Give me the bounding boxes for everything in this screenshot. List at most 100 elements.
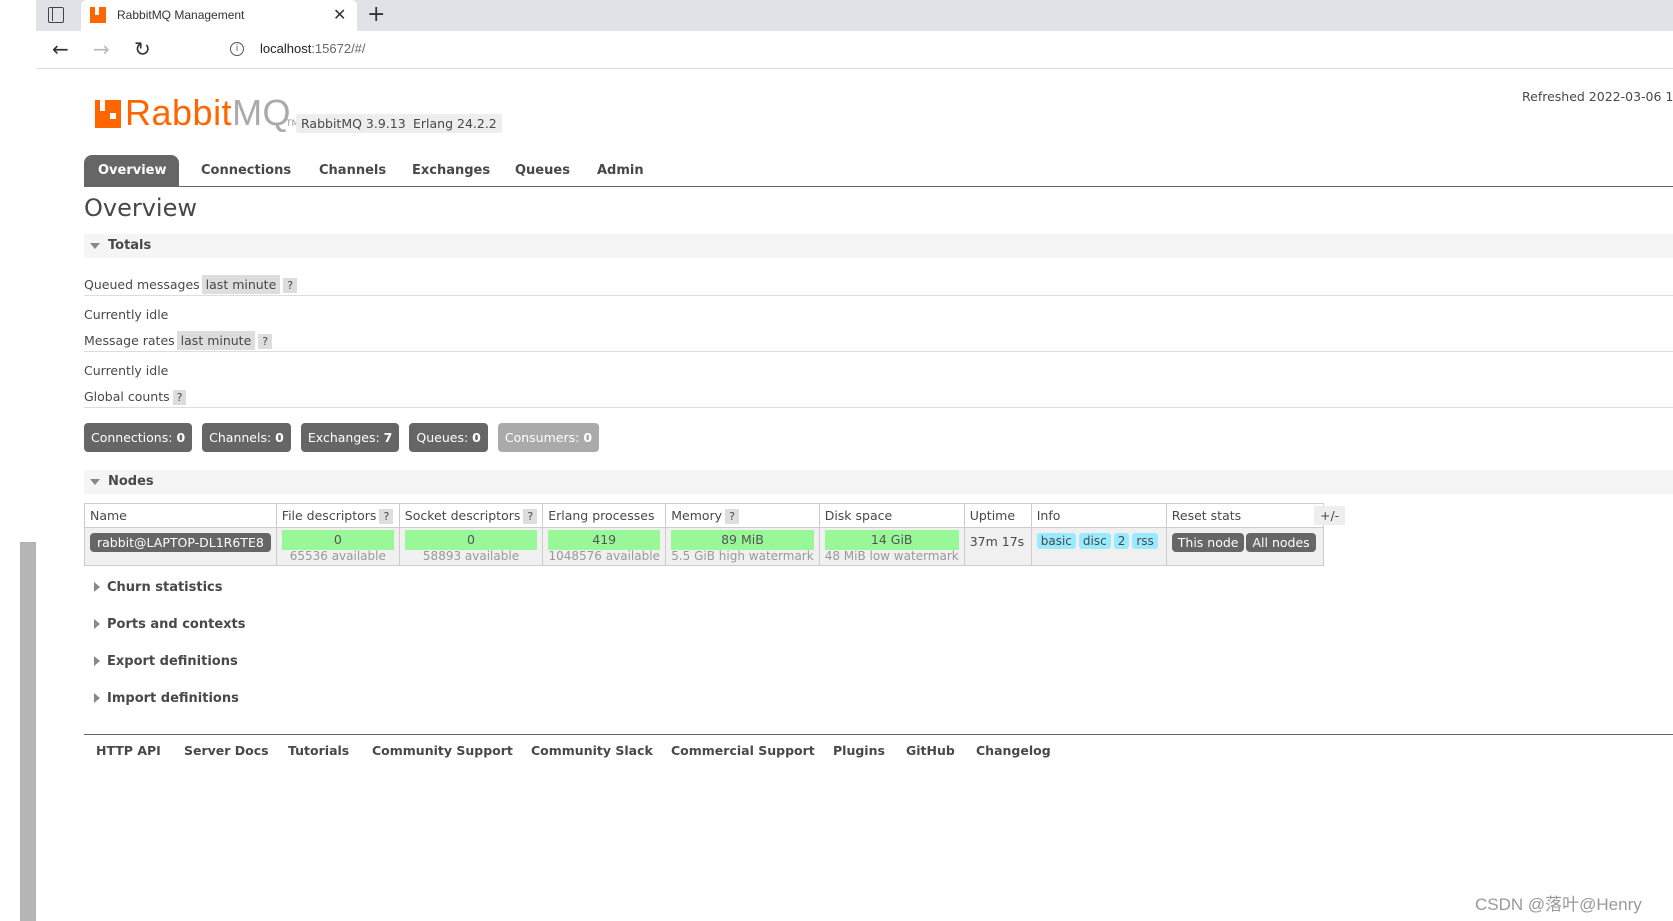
file-descriptors-bar: 0 <box>281 530 394 550</box>
tab-actions-icon[interactable] <box>48 7 64 23</box>
queued-status: Currently idle <box>84 307 169 322</box>
file-descriptors-cell: 0 65536 available <box>275 527 400 566</box>
col-label: Socket descriptors <box>404 508 521 523</box>
browser-tab[interactable]: RabbitMQ Management ✕ <box>81 0 357 31</box>
rates-status: Currently idle <box>84 363 169 378</box>
section-label: Churn statistics <box>107 580 223 595</box>
browser-chrome: RabbitMQ Management ✕ + ← → ↻ i localhos… <box>36 0 1673 70</box>
collapsed-arrow-icon <box>94 693 100 703</box>
connections-count[interactable]: Connections: 0 <box>84 423 193 452</box>
section-label: Import definitions <box>107 691 239 706</box>
global-help-icon[interactable]: ? <box>172 390 187 405</box>
collapsed-arrow-icon <box>94 619 100 629</box>
refreshed-timestamp[interactable]: Refreshed 2022-03-06 18 <box>1522 89 1673 104</box>
nodes-heading: Nodes <box>108 474 154 489</box>
close-tab-icon[interactable]: ✕ <box>333 5 346 24</box>
col-label: Memory <box>671 508 723 523</box>
count-label: Consumers: <box>504 430 580 445</box>
tab-channels[interactable]: Channels <box>305 155 400 186</box>
node-name-cell: rabbit@LAPTOP-DL1R6TE8 <box>84 527 277 566</box>
page-title: Overview <box>84 194 197 222</box>
disk-watermark: 48 MiB low watermark <box>824 549 959 563</box>
footer-link-github[interactable]: GitHub <box>906 743 955 758</box>
reset-stats-cell: This node All nodes <box>1165 527 1324 566</box>
help-icon[interactable]: ? <box>379 509 394 524</box>
file-descriptors-available: 65536 available <box>289 549 386 563</box>
scrollbar[interactable] <box>20 542 36 921</box>
queued-help-icon[interactable]: ? <box>283 278 298 293</box>
site-info-icon[interactable]: i <box>230 42 244 56</box>
tab-queues[interactable]: Queues <box>501 155 584 186</box>
info-tag: basic <box>1036 533 1076 549</box>
col-label: File descriptors <box>281 508 377 523</box>
count-value: 0 <box>176 430 186 445</box>
col-erlang-processes: Erlang processes <box>542 503 667 528</box>
channels-count[interactable]: Channels: 0 <box>202 423 291 452</box>
tab-admin[interactable]: Admin <box>583 155 658 186</box>
collapsed-arrow-icon <box>94 656 100 666</box>
help-icon[interactable]: ? <box>725 509 739 524</box>
memory-cell: 89 MiB 5.5 GiB high watermark <box>665 527 820 566</box>
info-cell: basic disc 2 rss <box>1030 527 1167 566</box>
global-counts-label: Global counts <box>84 389 170 404</box>
info-tag: 2 <box>1113 533 1130 549</box>
reset-this-node-button[interactable]: This node <box>1171 533 1245 552</box>
column-toggle-button[interactable]: +/- <box>1314 506 1346 525</box>
url-field[interactable]: localhost:15672/#/ <box>260 41 366 56</box>
rabbitmq-favicon-icon <box>90 7 106 23</box>
footer-link-tutorials[interactable]: Tutorials <box>288 743 349 758</box>
table-row: rabbit@LAPTOP-DL1R6TE8 0 65536 available … <box>84 527 1324 566</box>
nodes-section-header[interactable]: Nodes <box>84 470 1673 494</box>
import-definitions-section[interactable]: Import definitions <box>84 687 1673 711</box>
info-tag: disc <box>1078 533 1111 549</box>
consumers-count[interactable]: Consumers: 0 <box>497 423 600 452</box>
erlang-processes-cell: 419 1048576 available <box>542 527 667 566</box>
footer-link-http-api[interactable]: HTTP API <box>96 743 161 758</box>
logo-text: RabbitMQ <box>125 92 291 134</box>
tab-overview[interactable]: Overview <box>84 155 179 186</box>
count-value: 7 <box>383 430 393 445</box>
footer-link-plugins[interactable]: Plugins <box>833 743 885 758</box>
ports-contexts-section[interactable]: Ports and contexts <box>84 613 1673 637</box>
reset-all-nodes-button[interactable]: All nodes <box>1246 533 1316 552</box>
tab-exchanges[interactable]: Exchanges <box>398 155 504 186</box>
reload-icon[interactable]: ↻ <box>134 37 151 61</box>
socket-descriptors-bar: 0 <box>404 530 538 550</box>
help-icon[interactable]: ? <box>523 509 538 524</box>
churn-statistics-section[interactable]: Churn statistics <box>84 576 1673 600</box>
footer: HTTP API Server Docs Tutorials Community… <box>84 734 1673 764</box>
main-menu: Overview Connections Channels Exchanges … <box>84 155 1673 187</box>
exchanges-count[interactable]: Exchanges: 7 <box>300 423 400 452</box>
disk-space-cell: 14 GiB 48 MiB low watermark <box>818 527 965 566</box>
footer-link-server-docs[interactable]: Server Docs <box>184 743 269 758</box>
footer-link-community-support[interactable]: Community Support <box>372 743 513 758</box>
uptime-value: 37m 17s <box>969 534 1025 549</box>
count-label: Connections: <box>91 430 173 445</box>
erlang-version: Erlang 24.2.2 <box>408 114 502 133</box>
back-icon[interactable]: ← <box>52 37 69 61</box>
collapsed-arrow-icon <box>94 582 100 592</box>
footer-link-community-slack[interactable]: Community Slack <box>531 743 653 758</box>
table-header-row: Name File descriptors? Socket descriptor… <box>84 503 1324 528</box>
queues-count[interactable]: Queues: 0 <box>409 423 488 452</box>
uptime-cell: 37m 17s <box>963 527 1032 566</box>
count-label: Queues: <box>416 430 469 445</box>
nodes-table: Name File descriptors? Socket descriptor… <box>84 503 1324 566</box>
forward-icon[interactable]: → <box>93 37 110 61</box>
footer-link-commercial-support[interactable]: Commercial Support <box>671 743 815 758</box>
node-name-link[interactable]: rabbit@LAPTOP-DL1R6TE8 <box>90 533 271 552</box>
divider <box>84 295 1673 296</box>
new-tab-icon[interactable]: + <box>367 2 385 27</box>
col-disk-space: Disk space <box>818 503 965 528</box>
section-label: Ports and contexts <box>107 617 246 632</box>
rates-range-selector[interactable]: last minute <box>176 331 256 350</box>
export-definitions-section[interactable]: Export definitions <box>84 650 1673 674</box>
count-label: Channels: <box>209 430 272 445</box>
rates-help-icon[interactable]: ? <box>258 334 273 349</box>
divider <box>84 407 1673 408</box>
totals-section-header[interactable]: Totals <box>84 234 1673 258</box>
footer-link-changelog[interactable]: Changelog <box>976 743 1051 758</box>
tab-connections[interactable]: Connections <box>187 155 305 186</box>
queued-range-selector[interactable]: last minute <box>201 275 281 294</box>
erlang-processes-available: 1048576 available <box>548 549 660 563</box>
